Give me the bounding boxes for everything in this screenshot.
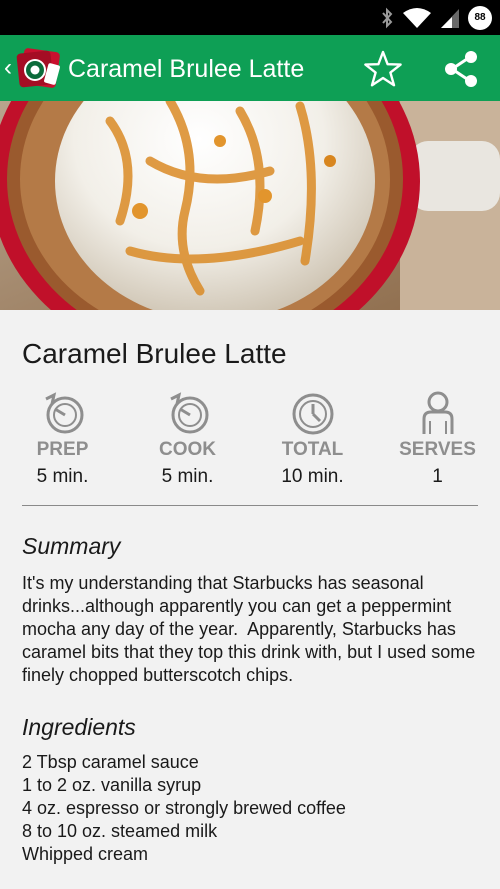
status-icons: 88 bbox=[380, 5, 492, 30]
status-bar: 88 bbox=[0, 0, 500, 35]
app-bar: ‹ Caramel Brulee Latte bbox=[0, 35, 500, 101]
summary-text: It's my understanding that Starbucks has… bbox=[22, 573, 481, 685]
stat-total: TOTAL 10 min. bbox=[250, 389, 375, 488]
timer-icon bbox=[169, 392, 208, 434]
stat-label: SERVES bbox=[399, 439, 476, 460]
timer-icon bbox=[44, 392, 83, 434]
app-title: Caramel Brulee Latte bbox=[68, 55, 305, 83]
stat-prep: PREP 5 min. bbox=[0, 389, 125, 488]
summary-heading: Summary bbox=[22, 533, 121, 559]
stat-label: PREP bbox=[36, 439, 89, 460]
stat-value: 10 min. bbox=[281, 466, 344, 487]
ingredient-item: 8 to 10 oz. steamed milk bbox=[22, 821, 218, 841]
stat-serves: SERVES 1 bbox=[375, 389, 500, 488]
stat-value: 1 bbox=[432, 466, 443, 487]
recipe-title: Caramel Brulee Latte bbox=[22, 338, 287, 369]
stat-label: COOK bbox=[159, 439, 216, 460]
stat-value: 5 min. bbox=[161, 466, 214, 487]
signal-icon bbox=[441, 8, 459, 28]
clock-icon bbox=[292, 393, 333, 435]
ingredient-item: 1 to 2 oz. vanilla syrup bbox=[22, 775, 202, 795]
recipe-photo bbox=[0, 101, 500, 310]
recipe-stats: PREP 5 min. COOK 5 min. TOTAL 10 min. SE… bbox=[0, 389, 500, 488]
star-icon[interactable] bbox=[362, 49, 404, 89]
ingredient-item: 2 Tbsp caramel sauce bbox=[22, 752, 199, 772]
share-icon[interactable] bbox=[440, 49, 482, 89]
ingredients-list: 2 Tbsp caramel sauce 1 to 2 oz. vanilla … bbox=[22, 751, 478, 866]
recipe-content: Caramel Brulee Latte PREP 5 min. COOK 5 … bbox=[22, 310, 478, 866]
divider bbox=[22, 505, 478, 506]
stat-cook: COOK 5 min. bbox=[125, 389, 250, 488]
back-chevron-icon[interactable]: ‹ bbox=[4, 53, 12, 83]
stat-value: 5 min. bbox=[36, 466, 89, 487]
bluetooth-icon bbox=[382, 7, 393, 28]
battery-icon: 88 bbox=[468, 5, 492, 30]
battery-level: 88 bbox=[474, 12, 486, 23]
ingredient-item: 4 oz. espresso or strongly brewed coffee bbox=[22, 798, 346, 818]
wifi-icon bbox=[403, 7, 431, 28]
ingredients-heading: Ingredients bbox=[22, 714, 136, 740]
person-icon bbox=[422, 391, 453, 434]
ingredient-item: Whipped cream bbox=[22, 844, 149, 864]
app-logo-icon[interactable] bbox=[16, 46, 62, 90]
stat-label: TOTAL bbox=[281, 439, 344, 460]
